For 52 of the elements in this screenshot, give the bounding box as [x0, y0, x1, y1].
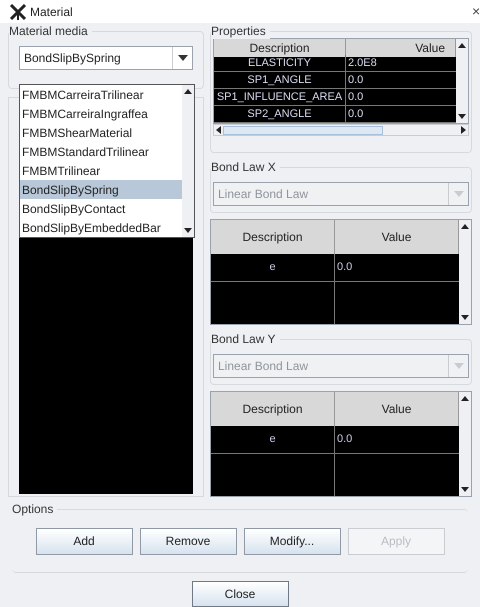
- up-arrow-icon: [461, 224, 469, 229]
- action-button[interactable]: Modify...: [244, 528, 340, 554]
- group-label: Properties: [211, 23, 270, 39]
- down-arrow-icon: [458, 114, 466, 119]
- caret-icon: [454, 363, 464, 369]
- group-label: Options: [12, 501, 58, 517]
- table-cell: e: [211, 254, 335, 281]
- column-header[interactable]: Description: [211, 220, 335, 254]
- caret-icon: [454, 191, 464, 197]
- table-cell-text: 0.0: [336, 260, 354, 276]
- dropdown-option[interactable]: BondSlipByContact: [20, 199, 182, 218]
- table-cell-text: 0.0: [347, 107, 364, 122]
- caret-icon: [178, 55, 188, 61]
- scrollbar[interactable]: [182, 85, 194, 237]
- column-header[interactable]: Description: [214, 39, 346, 57]
- column-header[interactable]: Value: [346, 39, 456, 57]
- dropdown-option[interactable]: BondSlipByEmbeddedBar: [20, 218, 182, 237]
- table-cell-text: 0.0: [347, 73, 364, 88]
- up-arrow-icon: [458, 43, 466, 48]
- column-header[interactable]: Description: [211, 392, 335, 426]
- dropdown-option[interactable]: FMBMStandardTrilinear: [20, 142, 182, 161]
- table-cell: ELASTICITY: [214, 55, 346, 72]
- table-cell-text: 0.0: [336, 432, 354, 448]
- dropdown-option[interactable]: FMBMCarreiraIngraffea: [20, 104, 182, 123]
- action-button[interactable]: Remove: [140, 528, 236, 554]
- column-header[interactable]: Value: [335, 392, 459, 426]
- table-cell: SP1_INFLUENCE_AREA: [214, 89, 346, 106]
- horizontal-scrollbar[interactable]: [213, 124, 469, 136]
- up-arrow-icon: [461, 396, 469, 401]
- action-button[interactable]: Add: [36, 528, 132, 554]
- dropdown-option[interactable]: FMBMShearMaterial: [20, 123, 182, 142]
- window-title: Material: [30, 4, 74, 20]
- down-arrow-icon: [461, 487, 469, 492]
- table-cell-text: 2.0E8: [347, 56, 378, 71]
- down-arrow-icon: [184, 228, 192, 233]
- table-cell: SP1_ANGLE: [214, 72, 346, 88]
- windmill-icon: [10, 4, 26, 20]
- table-cell-text: 0.0: [347, 90, 364, 105]
- dropdown-field[interactable]: BondSlipBySpring: [19, 46, 193, 70]
- dropdown-option[interactable]: BondSlipBySpring: [20, 180, 182, 199]
- close-button[interactable]: ×: [472, 1, 480, 22]
- close-dialog-button[interactable]: Close: [192, 581, 288, 607]
- up-arrow-icon: [184, 89, 192, 94]
- table-cell: SP2_ANGLE: [214, 106, 346, 122]
- dropdown-option[interactable]: FMBMCarreiraTrilinear: [20, 85, 182, 104]
- column-header[interactable]: Value: [335, 220, 459, 254]
- table-cell: e: [211, 426, 335, 453]
- scroll-thumb[interactable]: [223, 126, 383, 134]
- down-arrow-icon: [461, 315, 469, 320]
- left-arrow-icon: [216, 126, 221, 134]
- dropdown-option[interactable]: FMBMTrilinear: [20, 161, 182, 180]
- right-arrow-icon: [461, 126, 466, 134]
